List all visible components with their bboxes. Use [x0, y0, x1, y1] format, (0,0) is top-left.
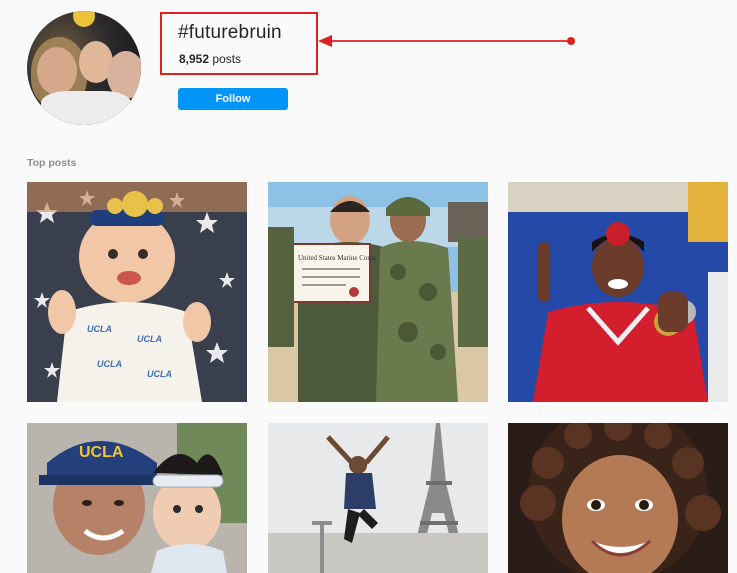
- balloon-shape: [73, 11, 95, 27]
- svg-text:UCLA: UCLA: [79, 444, 124, 461]
- post-count-number: 8,952: [179, 52, 210, 66]
- hashtag-avatar[interactable]: [27, 11, 141, 125]
- post-thumbnail[interactable]: [508, 423, 728, 573]
- svg-text:UCLA: UCLA: [97, 359, 122, 369]
- top-posts-heading: Top posts: [27, 157, 77, 169]
- post-thumbnail[interactable]: [508, 182, 728, 402]
- svg-text:UCLA: UCLA: [147, 369, 172, 379]
- avatar-face: [37, 47, 77, 95]
- svg-text:UCLA: UCLA: [87, 324, 112, 334]
- post-thumbnail[interactable]: UCLA: [27, 423, 247, 573]
- hashtag-title: #futurebruin: [178, 22, 282, 43]
- post-thumbnail[interactable]: United States Marine Corps: [268, 182, 488, 402]
- annotation-arrow: [318, 35, 575, 47]
- avatar-shirt: [41, 91, 131, 125]
- post-thumbnail[interactable]: UCLA UCLA UCLA UCLA: [27, 182, 247, 402]
- post-thumbnail[interactable]: [268, 423, 488, 573]
- follow-button[interactable]: Follow: [178, 88, 288, 110]
- post-count: 8,952 posts: [179, 52, 241, 66]
- svg-text:United States Marine Corps: United States Marine Corps: [298, 254, 376, 262]
- svg-text:UCLA: UCLA: [137, 334, 162, 344]
- post-count-suffix: posts: [209, 52, 242, 66]
